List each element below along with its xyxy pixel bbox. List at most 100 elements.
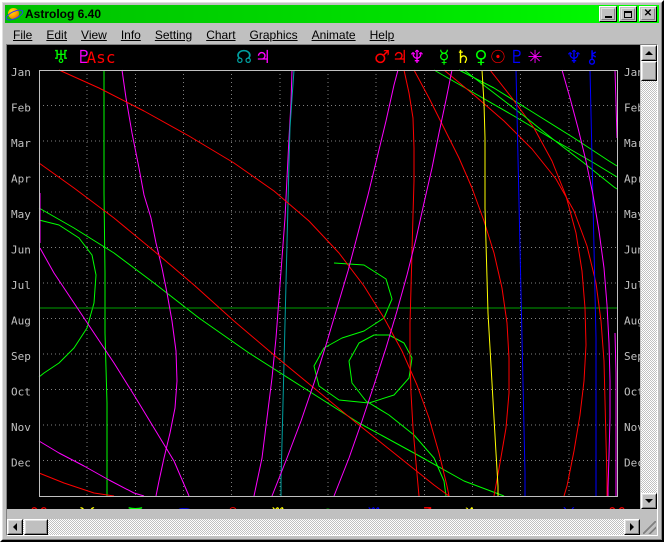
menu-item-graphics[interactable]: Graphics: [243, 26, 305, 44]
close-button[interactable]: ✕: [639, 6, 657, 22]
month-label-right-jun: Jun: [624, 244, 640, 257]
zodiac-glyph-libra: ♎: [319, 504, 336, 509]
zodiac-glyph-pisces: ♓: [560, 504, 577, 509]
zodiac-glyph-leo: ♌: [223, 504, 240, 509]
chart-svg: JanJanFebFebMarMarAprAprMayMayJunJunJulJ…: [7, 45, 640, 509]
menu-item-animate[interactable]: Animate: [305, 26, 363, 44]
legend-glyph-mercury: ☿: [438, 47, 449, 68]
zodiac-glyph-gemini: ♊: [127, 504, 144, 509]
scroll-up-button[interactable]: [641, 45, 657, 61]
month-label-left-nov: Nov: [11, 421, 31, 434]
month-label-right-jul: Jul: [624, 279, 640, 292]
astrograph-chart-canvas[interactable]: JanJanFebFebMarMarAprAprMayMayJunJunJulJ…: [7, 45, 640, 509]
saturn-planet-icon: [6, 6, 22, 22]
title-bar[interactable]: Astrolog 6.40 ✕: [5, 5, 659, 23]
legend-glyph-neptune2: ♆: [409, 47, 425, 68]
month-label-right-aug: Aug: [624, 315, 640, 328]
month-label-left-mar: Mar: [11, 137, 31, 150]
month-label-right-jan: Jan: [624, 66, 640, 79]
zodiac-glyph-cancer: ♋: [175, 504, 192, 509]
chart-gridlines: [39, 70, 617, 496]
series-uranus-loop: [314, 263, 446, 496]
month-label-right-apr: Apr: [624, 173, 640, 186]
close-icon: ✕: [641, 8, 655, 20]
vertical-scrollbar[interactable]: [641, 45, 657, 509]
legend-glyph-jupiter: ♃: [255, 47, 271, 68]
series-neptune-blue: [590, 70, 596, 496]
menu-item-chart[interactable]: Chart: [199, 26, 242, 44]
minimize-button[interactable]: [599, 6, 617, 22]
menu-item-setting[interactable]: Setting: [148, 26, 199, 44]
scroll-down-button[interactable]: [641, 493, 657, 509]
month-label-left-sep: Sep: [11, 350, 31, 363]
zodiac-axis-labels: ♈♉♊♋♌♍♎♏♐♑♒♓♈: [30, 504, 625, 509]
series-chiron-mag: [615, 333, 616, 496]
month-label-left-feb: Feb: [11, 102, 31, 115]
series-venus-grn: [464, 70, 617, 189]
scrollbar-corner: [641, 519, 657, 535]
menu-item-view[interactable]: View: [74, 26, 114, 44]
chevron-up-icon: [645, 51, 653, 55]
zodiac-glyph-taurus: ♉: [79, 504, 96, 509]
menu-item-info[interactable]: Info: [114, 26, 148, 44]
vertical-scrollbar-thumb[interactable]: [641, 61, 657, 81]
zodiac-glyph-virgo: ♍: [271, 504, 288, 509]
application-window: Astrolog 6.40 ✕ File Edit View Info Sett…: [0, 0, 664, 542]
series-pluto-a: [122, 70, 177, 496]
menu-bar: File Edit View Info Setting Chart Graphi…: [6, 25, 658, 44]
legend-glyph-sun: ☉: [490, 47, 506, 68]
legend-glyph-mars: ♂: [374, 47, 390, 68]
chart-legend: ♅♇Asc☊♃♂♃♆☿♄♀☉♇✳♆⚷: [53, 47, 599, 68]
window-inner-bevel: Astrolog 6.40 ✕ File Edit View Info Sett…: [2, 2, 662, 540]
scroll-left-button[interactable]: [7, 519, 23, 535]
month-label-right-sep: Sep: [624, 350, 640, 363]
legend-glyph-chiron: ⚷: [585, 47, 598, 68]
series-uranus-top: [434, 70, 617, 177]
month-label-right-nov: Nov: [624, 421, 640, 434]
menu-item-edit[interactable]: Edit: [39, 26, 74, 44]
series-mars-red: [59, 70, 449, 496]
legend-glyph-jupiter2: ♃: [392, 47, 408, 68]
menu-item-file[interactable]: File: [6, 26, 39, 44]
series-asc-red: [39, 163, 449, 496]
month-label-left-may: May: [11, 208, 31, 221]
series-uranus-a: [104, 70, 107, 496]
horizontal-scrollbar[interactable]: [7, 519, 640, 535]
zodiac-glyph-aries: ♈: [30, 504, 47, 509]
resize-grip-icon[interactable]: [643, 521, 656, 534]
legend-glyph-node: ☊: [236, 47, 252, 68]
legend-glyph-ascendant: Asc: [87, 48, 116, 67]
legend-glyph-neptune: ♆: [566, 47, 582, 68]
month-label-left-aug: Aug: [11, 315, 31, 328]
month-label-right-may: May: [624, 208, 640, 221]
series-vertex-mag2: [615, 70, 617, 138]
chevron-right-icon: [630, 523, 634, 531]
title-bar-buttons: ✕: [599, 6, 659, 22]
legend-glyph-saturn: ♄: [455, 47, 471, 68]
zodiac-glyph-scorpio: ♏: [368, 504, 385, 509]
maximize-button[interactable]: [619, 6, 637, 22]
month-label-right-dec: Dec: [624, 457, 640, 470]
month-label-left-jun: Jun: [11, 244, 31, 257]
series-low-mag: [39, 441, 144, 496]
horizontal-scrollbar-thumb[interactable]: [24, 519, 48, 535]
vertical-scrollbar-track[interactable]: [641, 45, 657, 509]
legend-glyph-uranus: ♅: [53, 47, 69, 68]
series-pluto-c: [40, 248, 189, 496]
menu-item-help[interactable]: Help: [363, 26, 402, 44]
month-label-right-mar: Mar: [624, 137, 640, 150]
series-uranus-c: [39, 208, 504, 496]
scroll-right-button[interactable]: [624, 519, 640, 535]
zodiac-glyph-aries-wrap: ♈: [608, 504, 625, 509]
month-label-left-jan: Jan: [11, 66, 31, 79]
window-title: Astrolog 6.40: [25, 7, 101, 21]
chevron-left-icon: [13, 523, 17, 531]
month-label-left-dec: Dec: [11, 457, 31, 470]
series-mars2-red: [404, 70, 419, 496]
chevron-down-icon: [645, 499, 653, 503]
zodiac-glyph-capricorn: ♑: [464, 504, 481, 509]
legend-glyph-pluto2: ♇: [509, 47, 525, 68]
horizontal-scrollbar-track[interactable]: [7, 519, 640, 535]
legend-glyph-vertex: ✳: [527, 47, 542, 68]
month-label-left-apr: Apr: [11, 173, 31, 186]
